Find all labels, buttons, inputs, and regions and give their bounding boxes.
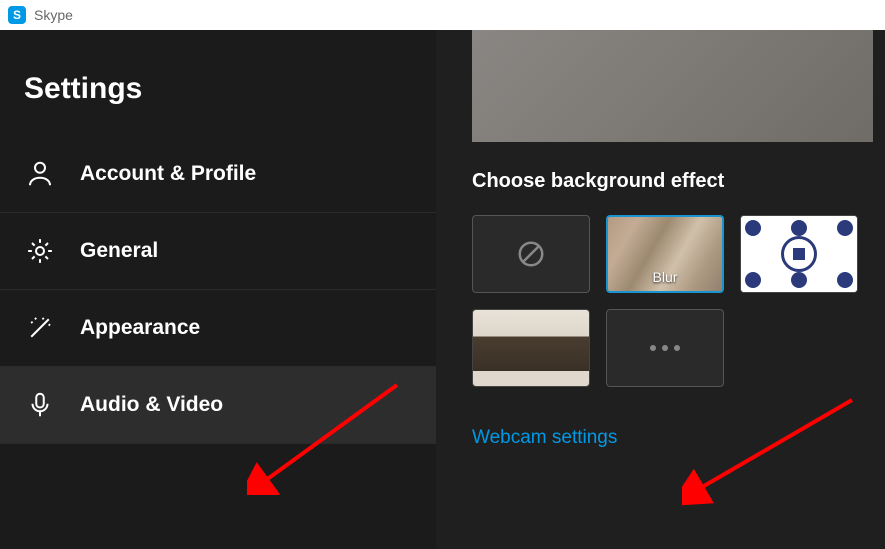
microphone-icon <box>24 389 56 421</box>
nav-general[interactable]: General <box>0 213 436 290</box>
titlebar: S Skype <box>0 0 885 30</box>
nav-audio-video[interactable]: Audio & Video <box>0 367 436 444</box>
nav-label: General <box>80 239 158 263</box>
bg-tile-blur-label: Blur <box>608 269 722 285</box>
video-preview <box>472 30 873 142</box>
settings-content: Choose background effect Blur <box>436 30 885 549</box>
bg-tile-blur[interactable]: Blur <box>606 215 724 293</box>
none-icon <box>516 239 546 269</box>
settings-sidebar: Settings Account & Profile General Appea… <box>0 30 436 549</box>
nav-appearance[interactable]: Appearance <box>0 290 436 367</box>
nav-account-profile[interactable]: Account & Profile <box>0 136 436 213</box>
bg-section-title: Choose background effect <box>472 170 885 193</box>
bg-tile-more[interactable] <box>606 309 724 387</box>
bg-tile-image-2[interactable] <box>472 309 590 387</box>
bg-tile-image-1[interactable] <box>740 215 858 293</box>
nav-label: Audio & Video <box>80 393 223 417</box>
bg-tile-none[interactable] <box>472 215 590 293</box>
gear-icon <box>24 235 56 267</box>
skype-logo-icon: S <box>8 6 26 24</box>
nav-label: Account & Profile <box>80 162 256 186</box>
wand-icon <box>24 312 56 344</box>
person-icon <box>24 158 56 190</box>
pattern-thumb <box>741 216 857 292</box>
app-name: Skype <box>34 7 73 23</box>
bg-effect-grid: Blur <box>472 215 872 387</box>
nav-label: Appearance <box>80 316 200 340</box>
settings-title: Settings <box>0 30 436 136</box>
main: Settings Account & Profile General Appea… <box>0 30 885 549</box>
more-icon <box>650 345 680 351</box>
webcam-settings-link[interactable]: Webcam settings <box>472 427 617 449</box>
